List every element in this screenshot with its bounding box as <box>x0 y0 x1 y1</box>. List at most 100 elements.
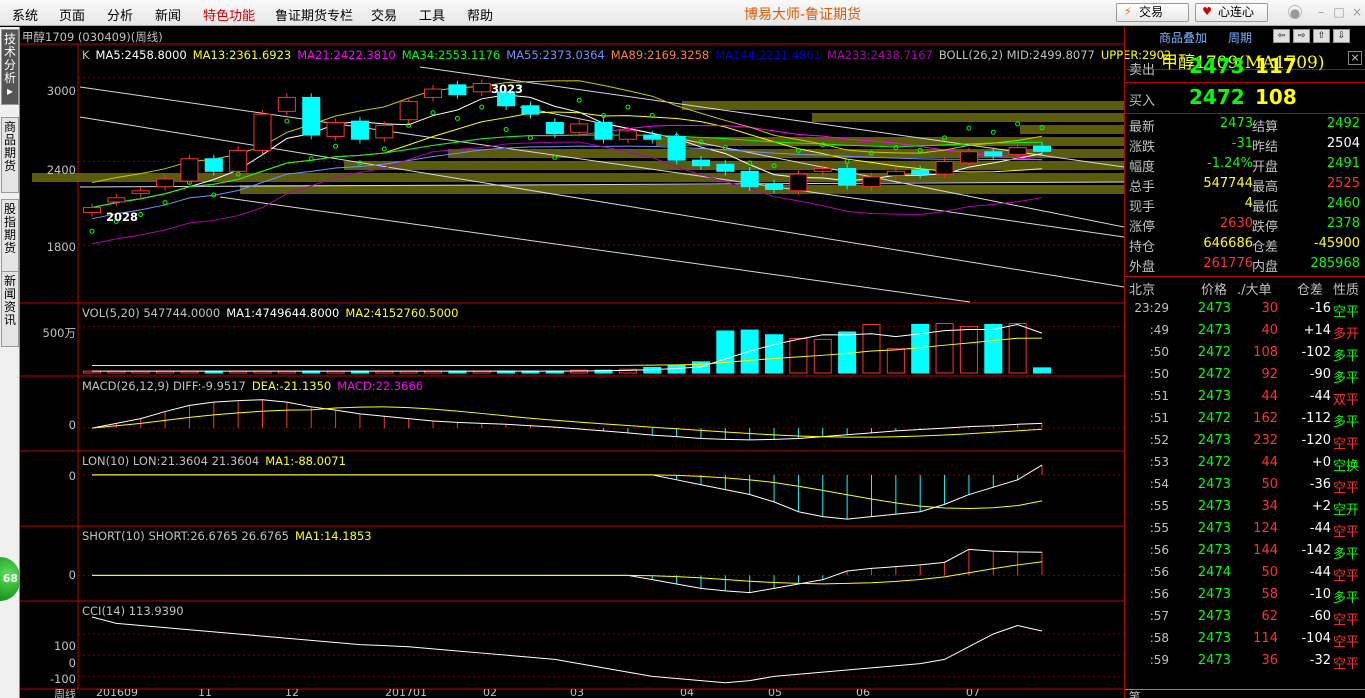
maximize-icon[interactable]: □ <box>1332 5 1346 19</box>
tick-price: 2473 <box>1197 389 1231 404</box>
menu-tools[interactable]: 工具 <box>419 5 445 24</box>
quote-label: 幅度 <box>1129 160 1156 175</box>
quote-value: 2473 <box>1219 116 1253 131</box>
tick-diff: -44 <box>1309 565 1331 580</box>
tick-volume: 58 <box>1261 587 1278 602</box>
quote-value: 2504 <box>1326 136 1360 151</box>
candle-body <box>691 159 711 167</box>
tick-volume: 124 <box>1253 521 1278 536</box>
tick-row: :52 2473 232 -120 空平 <box>1125 430 1365 452</box>
sar-dot <box>138 212 144 218</box>
candle-body <box>862 176 881 188</box>
sar-dot <box>333 143 339 149</box>
trade-button[interactable]: ⚡ 交易 <box>1116 3 1189 22</box>
tab-technical-analysis-label: 技术分析 <box>3 32 16 85</box>
tab-index-futures[interactable]: 股指期货 <box>1 199 19 275</box>
up-arrow-icon[interactable]: ⇧ <box>1313 29 1330 43</box>
tab-news[interactable]: 新闻资讯 <box>1 271 19 347</box>
tab-commodity-futures[interactable]: 商品期货 <box>1 117 19 193</box>
sar-dot <box>381 146 387 152</box>
candle-body <box>156 178 175 188</box>
candle-body <box>789 173 808 192</box>
quote-value: 261776 <box>1203 256 1253 271</box>
tick-diff: -44 <box>1309 389 1331 404</box>
overlay-button[interactable]: 商品叠加 <box>1159 29 1207 46</box>
quote-row: 涨停 2630 跌停 2378 <box>1125 214 1365 235</box>
menu-system[interactable]: 系统 <box>12 5 38 24</box>
legend-item: MA144:2221.4861 <box>715 48 822 62</box>
tick-row: :50 2472 108 -102 多平 <box>1125 342 1365 364</box>
candle-body <box>302 96 321 136</box>
tick-row: :51 2472 162 -112 多平 <box>1125 408 1365 430</box>
tick-nature: 多平 <box>1333 415 1360 430</box>
tick-price: 2473 <box>1197 631 1231 646</box>
tick-diff: +14 <box>1303 323 1331 338</box>
sar-dot <box>284 118 290 124</box>
short-legend: SHORT(10) SHORT:26.6765 26.6765 MA1:14.18… <box>82 529 378 543</box>
tick-footer-label: 笔 <box>1129 690 1142 698</box>
chip-bar <box>240 185 1124 194</box>
kline-chart-area[interactable]: K MA5:2458.8000 MA13:2361.6923 MA21:2422.38… <box>20 27 1171 698</box>
cci-tick-0: 0 <box>68 656 76 670</box>
vol-tick: 500万 <box>42 326 76 340</box>
ask-price: 2473 <box>1189 54 1245 78</box>
tick-diff: -112 <box>1301 411 1331 426</box>
volume-bar <box>862 323 881 374</box>
x-label: 201609 <box>96 689 138 698</box>
chip-bar <box>812 113 1124 122</box>
quote-label: 昨结 <box>1252 140 1279 155</box>
macd-ma-line <box>91 406 1043 438</box>
quote-value: 2630 <box>1219 216 1253 231</box>
tick-time: :53 <box>1149 455 1169 469</box>
down-arrow-icon[interactable]: ⇩ <box>1333 29 1350 43</box>
tab-technical-analysis[interactable]: 技术分析 ▸ <box>1 29 19 105</box>
x-label: 07 <box>966 689 980 698</box>
tick-row: :56 2473 58 -10 多平 <box>1125 584 1365 606</box>
tick-volume: 108 <box>1253 345 1278 360</box>
ask-volume: 117 <box>1255 54 1297 78</box>
close-icon[interactable]: × <box>1350 5 1364 19</box>
tick-volume: 36 <box>1261 653 1278 668</box>
minimize-icon[interactable]: – <box>1314 5 1328 19</box>
x-label: 03 <box>570 689 584 698</box>
tick-volume: 30 <box>1261 301 1278 316</box>
prev-arrow-icon[interactable]: ⇦ <box>1273 29 1290 43</box>
next-arrow-icon[interactable]: ⇨ <box>1293 29 1310 43</box>
quote-value: 2378 <box>1326 216 1360 231</box>
macd-legend: MACD(26,12,9) DIFF:-9.9517 DEA:-21.1350 MA… <box>82 379 429 393</box>
volume-bar <box>1008 323 1027 374</box>
quote-row: 持仓 646686 仓差 -45900 <box>1125 234 1365 255</box>
menu-help[interactable]: 帮助 <box>467 5 493 24</box>
menu-luzheng-column[interactable]: 鲁证期货专栏 <box>275 5 353 24</box>
menu-trade[interactable]: 交易 <box>371 5 397 24</box>
period-button[interactable]: 周期 <box>1228 29 1252 46</box>
quote-label: 跌停 <box>1252 220 1279 235</box>
menu-features[interactable]: 特色功能 <box>203 5 255 24</box>
xinlian-button[interactable]: ♥ 心连心 <box>1195 3 1268 22</box>
tick-diff: -60 <box>1309 609 1331 624</box>
quote-label: 现手 <box>1129 200 1156 215</box>
legend-item: MA1:4749644.8000 <box>226 306 340 320</box>
quote-label: 外盘 <box>1129 260 1156 275</box>
symbol-title: 甲醇1709 (030409)(周线) <box>22 30 163 44</box>
candle-body <box>229 149 248 172</box>
tick-nature: 空平 <box>1333 525 1360 540</box>
ask-row: 卖出 2473 117 <box>1125 52 1365 83</box>
volume-bar <box>789 337 808 374</box>
quote-label: 结算 <box>1252 120 1279 135</box>
chip-bar <box>1020 125 1124 134</box>
legend-item: MA89:2169.3258 <box>610 48 710 62</box>
tick-nature: 多开 <box>1333 327 1360 342</box>
x-label-period: 周线 <box>54 689 76 698</box>
tick-diff: -102 <box>1301 345 1331 360</box>
quote-value: 2525 <box>1326 176 1360 191</box>
candle-body <box>838 168 857 186</box>
candle-body <box>984 151 1003 157</box>
tick-row: :53 2472 44 +0 空换 <box>1125 452 1365 474</box>
menu-news[interactable]: 新闻 <box>155 5 181 24</box>
quote-row: 涨跌 -31 昨结 2504 <box>1125 134 1365 155</box>
candle-body <box>765 183 784 190</box>
menu-analysis[interactable]: 分析 <box>107 5 133 24</box>
menu-page[interactable]: 页面 <box>59 5 85 24</box>
quote-value: -1.24% <box>1207 156 1253 171</box>
